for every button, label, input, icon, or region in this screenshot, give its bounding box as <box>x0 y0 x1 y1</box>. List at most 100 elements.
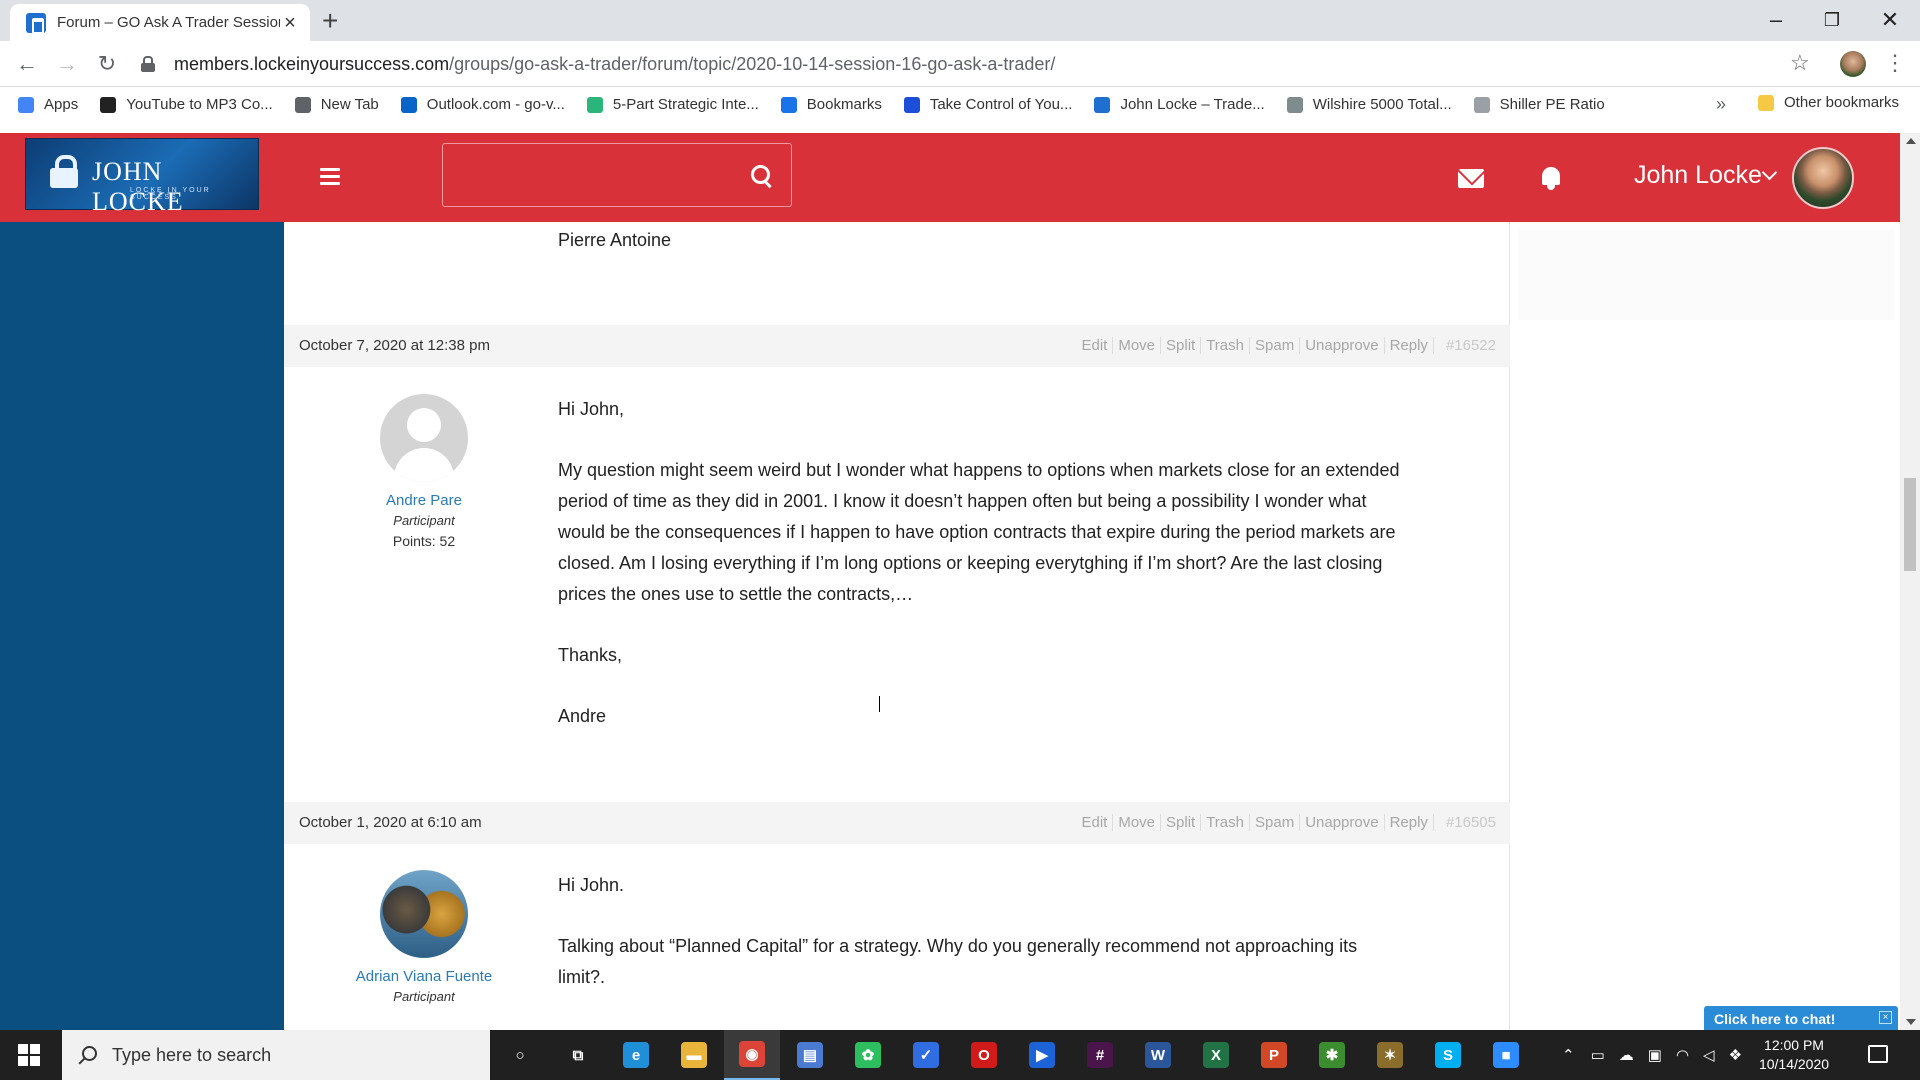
hamburger-menu-icon[interactable] <box>320 168 340 186</box>
chrome-icon[interactable]: ◉ <box>724 1030 780 1080</box>
chevron-down-icon[interactable] <box>1761 164 1778 181</box>
word-icon[interactable]: W <box>1130 1030 1186 1080</box>
bookmark-star-icon[interactable]: ☆ <box>1790 50 1810 76</box>
action-center-icon[interactable] <box>1868 1045 1888 1063</box>
browser-menu-icon[interactable]: ⋮ <box>1884 50 1906 76</box>
author-name-link[interactable]: Adrian Viana Fuente <box>344 966 504 987</box>
bookmark-item[interactable]: Apps <box>18 96 78 113</box>
volume-icon[interactable]: ◁ <box>1703 1046 1715 1064</box>
post-header: October 1, 2020 at 6:10 am Edit Move Spl… <box>284 802 1510 844</box>
skype-icon[interactable]: S <box>1420 1030 1476 1080</box>
forward-arrow-icon[interactable]: → <box>52 50 82 78</box>
file-explorer-glyph: ▬ <box>681 1042 707 1068</box>
bookmark-item[interactable]: Bookmarks <box>780 96 882 113</box>
browser-tab-strip: Forum – GO Ask A Trader Session × + – ❐ … <box>0 0 1920 41</box>
search-icon[interactable] <box>751 165 773 187</box>
edit-link[interactable]: Edit <box>1076 337 1114 354</box>
bookmark-item[interactable]: Shiller PE Ratio <box>1473 96 1605 113</box>
author-points: Points: 52 <box>392 533 456 549</box>
music-note-icon <box>100 96 117 113</box>
post-permalink[interactable]: #16522 <box>1434 337 1496 354</box>
spam-link[interactable]: Spam <box>1250 337 1301 354</box>
bookmark-item[interactable]: YouTube to MP3 Co... <box>100 96 273 113</box>
browser-tab-active[interactable]: Forum – GO Ask A Trader Session × <box>10 4 310 41</box>
slack-icon[interactable]: # <box>1072 1030 1128 1080</box>
restore-window-button[interactable]: ❐ <box>1804 4 1860 36</box>
todo-icon[interactable]: ✓ <box>898 1030 954 1080</box>
tab-title: Forum – GO Ask A Trader Session <box>57 14 280 31</box>
evernote-icon[interactable]: ✿ <box>840 1030 896 1080</box>
site-search-input[interactable] <box>442 143 792 207</box>
minimize-window-button[interactable]: – <box>1748 4 1804 36</box>
john-locke-logo[interactable]: JOHN LOCKE LOCKE IN YOUR SUCCESS <box>25 138 259 216</box>
bookmark-item[interactable]: Outlook.com - go-v... <box>400 96 565 113</box>
default-avatar-icon[interactable] <box>380 394 468 482</box>
bull-bear-avatar[interactable] <box>380 870 468 958</box>
file-explorer-icon[interactable]: ▬ <box>666 1030 722 1080</box>
url-field[interactable]: members.lockeinyoursuccess.com/groups/go… <box>140 47 1790 81</box>
trash-link[interactable]: Trash <box>1201 814 1250 831</box>
excel-icon[interactable]: X <box>1188 1030 1244 1080</box>
author-name-link[interactable]: Andre Pare <box>344 490 504 511</box>
bookmarks-overflow-chevron-icon[interactable]: » <box>1716 94 1726 115</box>
edit-link[interactable]: Edit <box>1076 814 1114 831</box>
edge-icon[interactable]: e <box>608 1030 664 1080</box>
reply-link[interactable]: Reply <box>1385 814 1434 831</box>
bookmark-item[interactable]: Take Control of You... <box>903 96 1072 113</box>
scroll-thumb[interactable] <box>1904 478 1916 571</box>
split-link[interactable]: Split <box>1161 814 1202 831</box>
other-bookmarks-folder[interactable]: Other bookmarks <box>1758 94 1899 111</box>
bookmark-item[interactable]: Wilshire 5000 Total... <box>1286 96 1452 113</box>
post-permalink[interactable]: #16505 <box>1434 814 1496 831</box>
user-avatar[interactable] <box>1792 147 1854 209</box>
spam-link[interactable]: Spam <box>1250 814 1301 831</box>
live-chat-tab[interactable]: Click here to chat! × <box>1704 1006 1898 1031</box>
post-author: Andre Pare Participant Points: 52 <box>344 394 504 549</box>
bookmark-item[interactable]: 5-Part Strategic Inte... <box>586 96 759 113</box>
move-link[interactable]: Move <box>1113 337 1162 354</box>
user-menu-name[interactable]: John Locke <box>1634 161 1762 190</box>
bookmark-item[interactable]: John Locke – Trade... <box>1094 96 1265 113</box>
chrome-glyph: ◉ <box>739 1041 765 1067</box>
notebook-icon[interactable]: ▤ <box>782 1030 838 1080</box>
reload-icon[interactable]: ↻ <box>92 50 122 78</box>
media-player-icon[interactable]: ▶ <box>1014 1030 1070 1080</box>
wifi-icon[interactable]: ◠ <box>1676 1046 1689 1064</box>
new-tab-button[interactable]: + <box>322 6 338 36</box>
split-link[interactable]: Split <box>1161 337 1202 354</box>
unapprove-link[interactable]: Unapprove <box>1300 337 1385 354</box>
notifications-bell-icon[interactable] <box>1540 165 1562 191</box>
task-view-icon[interactable]: ⧉ <box>550 1030 606 1080</box>
display-icon[interactable]: ▣ <box>1648 1046 1662 1064</box>
unapprove-link[interactable]: Unapprove <box>1300 814 1385 831</box>
slack-glyph: # <box>1087 1042 1113 1068</box>
profile-avatar-icon[interactable] <box>1840 51 1866 77</box>
close-window-button[interactable]: ✕ <box>1862 4 1918 36</box>
bookmark-item[interactable]: New Tab <box>294 96 379 113</box>
windows-start-icon[interactable] <box>18 1044 40 1066</box>
move-link[interactable]: Move <box>1113 814 1162 831</box>
opera-icon[interactable]: O <box>956 1030 1012 1080</box>
onedrive-cloud-icon[interactable]: ☁ <box>1619 1046 1634 1064</box>
trading-app-icon[interactable]: ✱ <box>1304 1030 1360 1080</box>
back-arrow-icon[interactable]: ← <box>12 50 42 78</box>
scroll-up-arrow-icon[interactable] <box>1906 138 1916 144</box>
system-clock[interactable]: 12:00 PM 10/14/2020 <box>1752 1036 1836 1074</box>
dropbox-icon[interactable]: ❖ <box>1729 1046 1742 1064</box>
scroll-down-arrow-icon[interactable] <box>1906 1019 1916 1025</box>
messages-envelope-icon[interactable] <box>1458 169 1484 188</box>
taskbar-search-input[interactable]: Type here to search <box>62 1030 490 1080</box>
cortana-icon[interactable]: ○ <box>492 1030 548 1080</box>
show-hidden-icons-chevron-icon[interactable]: ⌃ <box>1562 1046 1575 1064</box>
folder-icon <box>1758 94 1774 111</box>
tools-app-icon[interactable]: ✶ <box>1362 1030 1418 1080</box>
trash-link[interactable]: Trash <box>1201 337 1250 354</box>
bookmark-label: Shiller PE Ratio <box>1499 96 1605 113</box>
reply-link[interactable]: Reply <box>1385 337 1434 354</box>
close-tab-icon[interactable]: × <box>280 13 300 33</box>
powerpoint-icon[interactable]: P <box>1246 1030 1302 1080</box>
zoom-icon[interactable]: ■ <box>1478 1030 1534 1080</box>
page-scrollbar[interactable] <box>1900 133 1920 1030</box>
battery-icon[interactable]: ▭ <box>1591 1046 1605 1064</box>
chat-close-icon[interactable]: × <box>1879 1011 1892 1024</box>
